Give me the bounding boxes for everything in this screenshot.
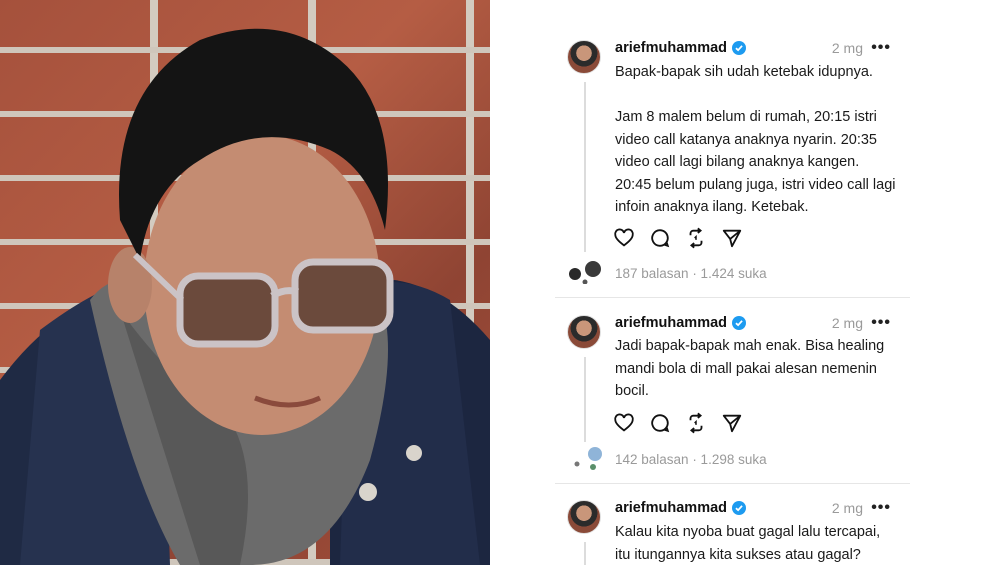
post-stats[interactable]: 187 balasan · 1.424 suka [615, 266, 767, 281]
repost-icon[interactable] [685, 227, 707, 249]
comment-bubble-icon[interactable] [649, 227, 671, 249]
heart-icon[interactable] [613, 412, 635, 434]
post-text: Jadi bapak-bapak mah enak. Bisa healing … [615, 338, 885, 399]
avatar[interactable] [567, 500, 601, 534]
more-dots-icon[interactable]: ••• [871, 499, 891, 517]
post-header: ariefmuhammad 2 mg ••• [615, 38, 903, 58]
send-icon[interactable] [721, 227, 743, 249]
post-stats[interactable]: 142 balasan · 1.298 suka [615, 452, 767, 467]
post-time: 2 mg [831, 500, 863, 516]
threads-feed: ariefmuhammad 2 mg ••• Bapak-bapak sih u… [555, 0, 915, 565]
avatar[interactable] [567, 315, 601, 349]
thread-line [584, 357, 586, 442]
verified-badge-icon [732, 501, 747, 515]
profile-photo [0, 0, 490, 565]
avatar[interactable] [567, 40, 601, 74]
comment-bubble-icon[interactable] [649, 412, 671, 434]
post-time: 2 mg [831, 40, 863, 56]
repost-icon[interactable] [685, 412, 707, 434]
reply-avatars [574, 447, 602, 470]
reply-avatars [569, 261, 601, 284]
divider [555, 483, 910, 484]
thread-line [584, 82, 586, 252]
username[interactable]: ariefmuhammad [615, 315, 727, 331]
username[interactable]: ariefmuhammad [615, 500, 727, 516]
post-header: ariefmuhammad 2 mg ••• [615, 313, 903, 333]
thread-line [584, 542, 586, 565]
verified-badge-icon [732, 41, 747, 55]
verified-badge-icon [732, 316, 747, 330]
post-time: 2 mg [831, 315, 863, 331]
person-illustration [0, 28, 490, 565]
more-dots-icon[interactable]: ••• [871, 314, 891, 332]
post-actions [613, 227, 743, 249]
heart-icon[interactable] [613, 227, 635, 249]
more-dots-icon[interactable]: ••• [871, 39, 891, 57]
post-text: Kalau kita nyoba buat gagal lalu tercapa… [615, 524, 881, 563]
username[interactable]: ariefmuhammad [615, 40, 727, 56]
post-header: ariefmuhammad 2 mg ••• [615, 498, 903, 518]
send-icon[interactable] [721, 412, 743, 434]
post-actions [613, 412, 743, 434]
post-text: Bapak-bapak sih udah ketebak idupnya. Ja… [615, 64, 896, 215]
divider [555, 297, 910, 298]
